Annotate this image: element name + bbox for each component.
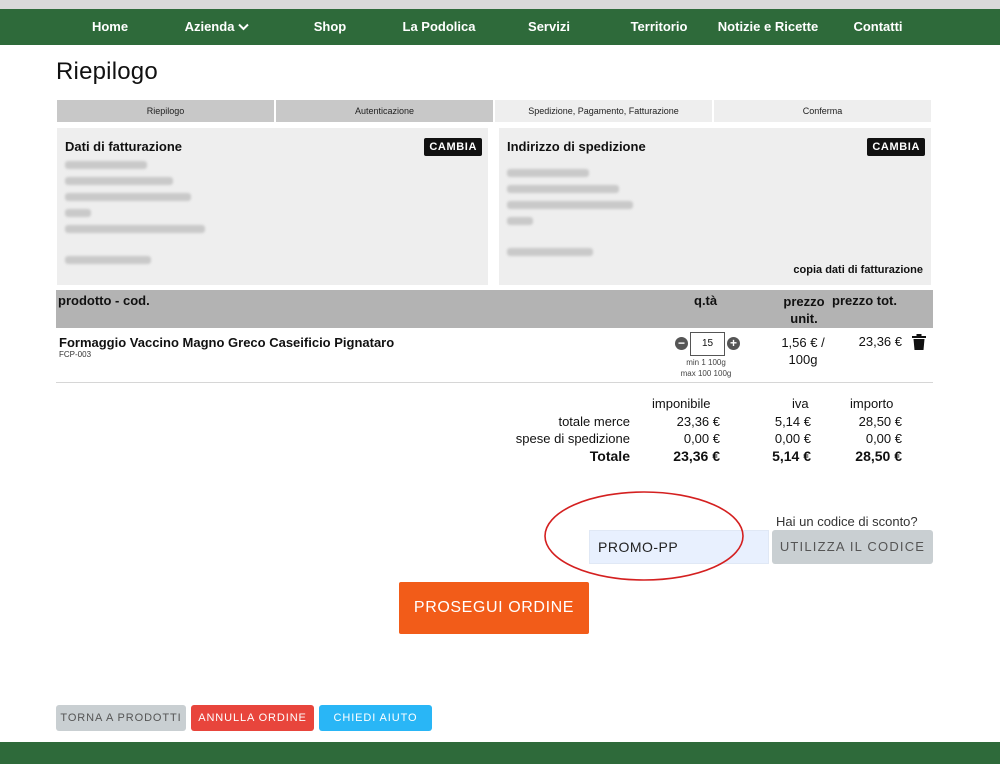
step-autenticazione: Autenticazione [276, 100, 493, 122]
summary-spedizione-iva: 0,00 € [774, 431, 811, 446]
step-riepilogo: Riepilogo [57, 100, 274, 122]
redacted-text [65, 225, 205, 233]
step-spedizione: Spedizione, Pagamento, Fatturazione [495, 100, 712, 122]
shipping-title: Indirizzo di spedizione [507, 139, 646, 154]
page-title: Riepilogo [56, 58, 158, 85]
unit-price: 1,56 € / 100g [781, 335, 825, 367]
summary-merce-importo: 28,50 € [858, 414, 902, 429]
product-code: FCP-003 [59, 350, 92, 359]
total-price: 23,36 € [858, 334, 902, 349]
redacted-text [65, 256, 151, 264]
trash-icon[interactable] [912, 334, 926, 350]
apply-discount-button[interactable]: UTILIZZA IL CODICE [772, 530, 933, 564]
summary-merce-imponibile: 23,36 € [676, 414, 720, 429]
summary-header-iva: iva [792, 396, 809, 411]
summary-label-totale: Totale [589, 448, 630, 464]
redacted-text [65, 161, 147, 169]
step-conferma: Conferma [714, 100, 931, 122]
continue-order-button[interactable]: PROSEGUI ORDINE [399, 582, 589, 634]
summary-header-imponibile: imponibile [652, 396, 711, 411]
nav-azienda-label: Azienda [184, 19, 235, 34]
header-unit-price: prezzo unit. [783, 294, 825, 326]
chevron-down-icon [238, 11, 250, 47]
header-qty: q.tà [694, 293, 718, 308]
redacted-text [65, 209, 91, 217]
header-product: prodotto - cod. [58, 293, 150, 308]
summary-totale-iva: 5,14 € [772, 448, 811, 464]
discount-question: Hai un codice di sconto? [776, 514, 918, 529]
summary-header-importo: importo [850, 396, 894, 411]
summary-totale-imponibile: 23,36 € [673, 448, 720, 464]
summary-label-merce: totale merce [558, 414, 630, 429]
checkout-steps: Riepilogo Autenticazione Spedizione, Pag… [57, 100, 931, 122]
qty-input[interactable]: 15 [690, 332, 725, 356]
redacted-text [507, 248, 593, 256]
product-name[interactable]: Formaggio Vaccino Magno Greco Caseificio… [59, 335, 394, 350]
highlight-ellipse [544, 491, 744, 581]
nav-azienda[interactable]: Azienda [176, 9, 258, 45]
main-navbar: Home Azienda Shop La Podolica Servizi Te… [0, 9, 1000, 45]
redacted-text [65, 177, 173, 185]
nav-servizi[interactable]: Servizi [514, 9, 584, 45]
nav-notizie-ricette[interactable]: Notizie e Ricette [712, 9, 824, 45]
redacted-text [507, 201, 633, 209]
row-divider [56, 382, 933, 383]
shipping-box: Indirizzo di spedizione CAMBIA copia dat… [499, 128, 931, 285]
qty-min: min 1 100g [686, 358, 726, 367]
back-to-products-button[interactable]: TORNA A PRODOTTI [56, 705, 186, 731]
summary-label-spedizione: spese di spedizione [515, 431, 630, 446]
nav-contatti[interactable]: Contatti [842, 9, 914, 45]
redacted-text [507, 217, 533, 225]
ask-help-button[interactable]: CHIEDI AIUTO [319, 705, 432, 731]
nav-shop[interactable]: Shop [300, 9, 360, 45]
footer-bar [0, 742, 1000, 764]
header-total-price: prezzo tot. [832, 293, 897, 308]
nav-la-podolica[interactable]: La Podolica [394, 9, 484, 45]
summary-merce-iva: 5,14 € [774, 414, 811, 429]
shipping-change-button[interactable]: CAMBIA [867, 138, 925, 156]
summary-spedizione-importo: 0,00 € [865, 431, 902, 446]
cancel-order-button[interactable]: ANNULLA ORDINE [191, 705, 314, 731]
billing-box: Dati di fatturazione CAMBIA [57, 128, 488, 285]
qty-minus-icon[interactable]: − [675, 337, 688, 350]
summary-totale-importo: 28,50 € [855, 448, 902, 464]
summary-spedizione-imponibile: 0,00 € [683, 431, 720, 446]
nav-territorio[interactable]: Territorio [620, 9, 698, 45]
billing-title: Dati di fatturazione [65, 139, 183, 154]
browser-top-strip [0, 0, 1000, 9]
redacted-text [507, 185, 619, 193]
qty-plus-icon[interactable]: + [727, 337, 740, 350]
qty-max: max 100 100g [680, 369, 732, 378]
product-table-header: prodotto - cod. q.tà prezzo unit. prezzo… [56, 290, 933, 328]
redacted-text [507, 169, 589, 177]
billing-change-button[interactable]: CAMBIA [424, 138, 482, 156]
nav-home[interactable]: Home [80, 9, 140, 45]
copy-billing-link[interactable]: copia dati di fatturazione [793, 264, 923, 276]
redacted-text [65, 193, 191, 201]
